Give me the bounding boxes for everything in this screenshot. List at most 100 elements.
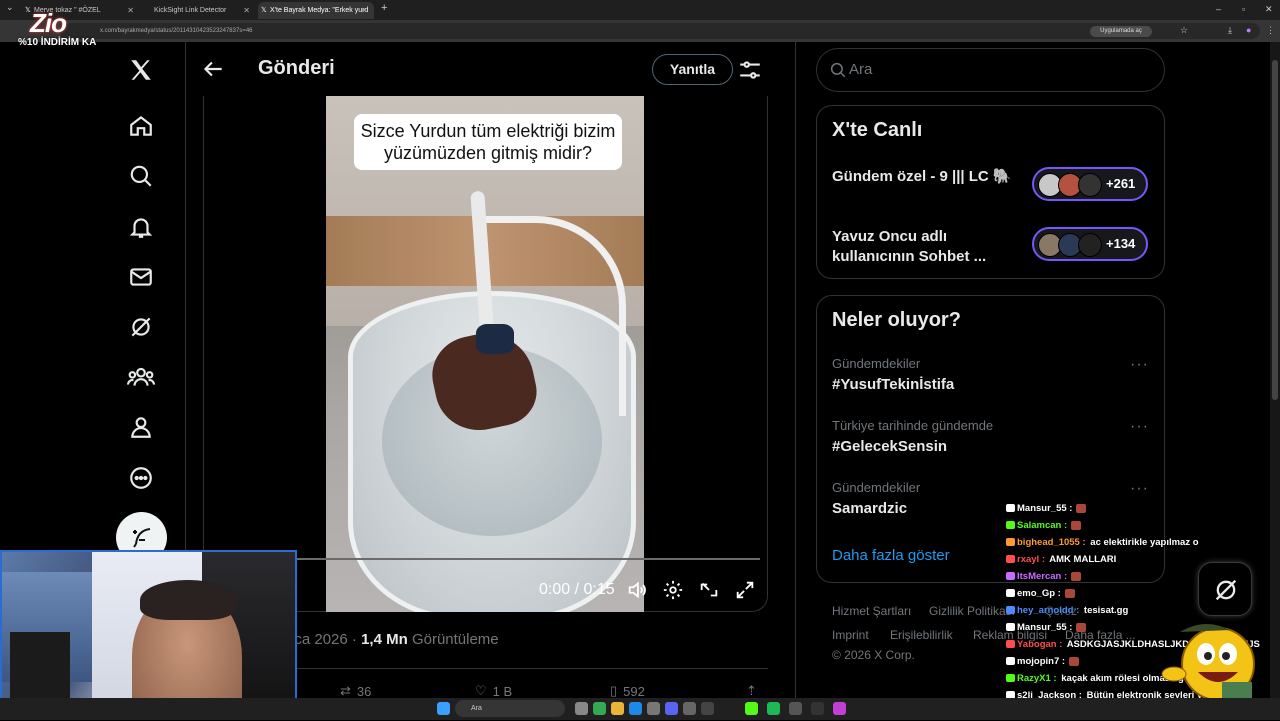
- heart-icon: ♡: [475, 683, 487, 698]
- settings-gear-icon[interactable]: [662, 579, 684, 601]
- open-in-app-button[interactable]: Uygulamada aç: [1090, 26, 1152, 37]
- chat-badge-icon: [1006, 504, 1015, 513]
- x-logo-icon[interactable]: [126, 55, 156, 85]
- maximize-icon[interactable]: ▫: [1242, 4, 1245, 14]
- chat-username: mojopin7 :: [1017, 656, 1066, 667]
- messages-mail-icon[interactable]: [126, 262, 156, 292]
- chat-message: ItsMercan :: [1006, 568, 1206, 585]
- fullscreen-icon[interactable]: [734, 579, 756, 601]
- tab-search-icon[interactable]: ⌄: [6, 2, 14, 13]
- footer-link[interactable]: Hizmet Şartları: [832, 604, 911, 618]
- search-icon: [830, 62, 846, 78]
- repost-button[interactable]: ⇄ 36: [340, 683, 371, 699]
- bookmark-star-icon[interactable]: ☆: [1180, 25, 1188, 36]
- profile-icon[interactable]: [126, 412, 156, 442]
- live-listeners-pill[interactable]: +261: [1032, 167, 1148, 201]
- grok-icon[interactable]: [126, 312, 156, 342]
- chat-username: RazyX1 :: [1017, 673, 1057, 684]
- close-tab-icon[interactable]: ✕: [361, 2, 368, 19]
- footer-link[interactable]: Erişilebilirlik: [890, 628, 953, 642]
- discord-icon[interactable]: [665, 702, 678, 715]
- spotify-icon[interactable]: [767, 702, 780, 715]
- app-icon[interactable]: [701, 702, 714, 715]
- share-button[interactable]: ⇡: [746, 683, 757, 699]
- app-icon[interactable]: [647, 702, 660, 715]
- chat-badge-icon: [1006, 606, 1015, 615]
- chat-badge-icon: [1006, 623, 1015, 632]
- live-item-name[interactable]: Yavuz Oncu adlı kullanıcının Sohbet ...: [832, 227, 1022, 267]
- bookmark-button[interactable]: ▯ 592: [610, 683, 645, 699]
- close-tab-icon[interactable]: ✕: [243, 2, 250, 19]
- start-icon[interactable]: [437, 702, 450, 715]
- like-count: 1 B: [492, 683, 513, 699]
- file-explorer-icon[interactable]: [611, 702, 624, 715]
- live-listeners-pill[interactable]: +134: [1032, 227, 1148, 261]
- chat-username: Salamcan :: [1017, 520, 1068, 531]
- profile-icon[interactable]: ●: [1246, 25, 1251, 35]
- footer-link[interactable]: Imprint: [832, 628, 869, 642]
- more-horizontal-icon[interactable]: ···: [1130, 418, 1149, 436]
- kick-icon[interactable]: [745, 702, 758, 715]
- footer-link[interactable]: Gizlilik Politikası: [929, 604, 1015, 618]
- app-icon[interactable]: [683, 702, 696, 715]
- volume-icon[interactable]: [626, 579, 648, 601]
- search-input[interactable]: Ara: [849, 61, 872, 78]
- video-caption: Sizce Yurdun tüm elektriği bizim yüzümüz…: [354, 114, 622, 170]
- chat-text: AMK MALLARI: [1047, 554, 1117, 565]
- views-count: 1,4 Mn: [361, 631, 408, 648]
- more-horizontal-icon[interactable]: ···: [1130, 356, 1149, 374]
- reply-button[interactable]: Yanıtla: [652, 54, 733, 85]
- communities-icon[interactable]: [126, 362, 156, 392]
- minimize-icon[interactable]: –: [1216, 4, 1221, 14]
- task-view-icon[interactable]: [575, 702, 588, 715]
- laughing-emoji-sticker: [1161, 623, 1255, 704]
- notifications-bell-icon[interactable]: [126, 212, 156, 242]
- obs-icon[interactable]: [811, 702, 824, 715]
- stream-logo: Zio: [30, 8, 67, 38]
- chat-emote-icon: [1076, 622, 1087, 632]
- video-player[interactable]: Sizce Yurdun tüm elektriği bizim yüzümüz…: [326, 96, 644, 612]
- chrome-icon[interactable]: [593, 702, 606, 715]
- chat-username: bighead_1055 :: [1017, 537, 1086, 548]
- grok-button[interactable]: [1198, 562, 1252, 616]
- browser-menu-icon[interactable]: ⋮: [1266, 25, 1275, 36]
- chat-username: Mansur_55 :: [1017, 622, 1073, 633]
- close-window-icon[interactable]: ✕: [1265, 4, 1273, 15]
- show-more-link[interactable]: Daha fazla göster: [832, 547, 950, 564]
- chat-emote-icon: [1071, 520, 1082, 530]
- close-tab-icon[interactable]: ✕: [127, 2, 134, 19]
- trend-name[interactable]: Samardzic: [832, 500, 907, 517]
- back-arrow-icon[interactable]: [200, 56, 226, 82]
- browser-tab-active[interactable]: 𝕏 X'te Bayrak Medya: "Erkek yurd ✕: [258, 2, 374, 19]
- trend-name[interactable]: #YusufTekinİstifa: [832, 376, 954, 393]
- trend-category: Gündemdekiler: [832, 480, 921, 495]
- chat-badge-icon: [1006, 521, 1015, 530]
- filter-sliders-icon[interactable]: [737, 57, 763, 83]
- scrollbar-thumb[interactable]: [1272, 60, 1278, 400]
- listener-count: +134: [1106, 236, 1136, 251]
- dock-video-icon[interactable]: [698, 579, 720, 601]
- app-icon[interactable]: [789, 702, 802, 715]
- downloads-icon[interactable]: ⤓: [1228, 25, 1232, 36]
- more-options-icon[interactable]: [126, 463, 156, 493]
- tab-label: X'te Bayrak Medya: "Erkek yurd: [270, 7, 369, 14]
- webcam-overlay: [0, 550, 297, 720]
- like-button[interactable]: ♡ 1 B: [475, 683, 512, 699]
- share-icon: ⇡: [746, 683, 757, 698]
- url-field[interactable]: x.com/bayrakmedya/status/201143104235232…: [60, 23, 1260, 39]
- more-horizontal-icon[interactable]: ···: [1130, 480, 1149, 498]
- live-item-name[interactable]: Gündem özel - 9 ||| LC 🐘: [832, 167, 1022, 187]
- trend-category: Türkiye tarihinde gündemde: [832, 418, 994, 433]
- chat-message: emo_Gp :: [1006, 585, 1206, 602]
- new-tab-icon[interactable]: +: [381, 2, 387, 14]
- home-icon[interactable]: [126, 111, 156, 141]
- chat-badge-icon: [1006, 674, 1015, 683]
- trend-name[interactable]: #GelecekSensin: [832, 438, 947, 455]
- edge-icon[interactable]: [629, 702, 642, 715]
- views-label: Görüntüleme: [411, 631, 499, 648]
- search-icon[interactable]: [126, 161, 156, 191]
- taskbar-search[interactable]: Ara: [455, 700, 565, 717]
- x-favicon-icon: 𝕏: [261, 7, 267, 14]
- browser-tab[interactable]: KickSight Link Detector ✕: [142, 2, 256, 19]
- app-icon[interactable]: [833, 702, 846, 715]
